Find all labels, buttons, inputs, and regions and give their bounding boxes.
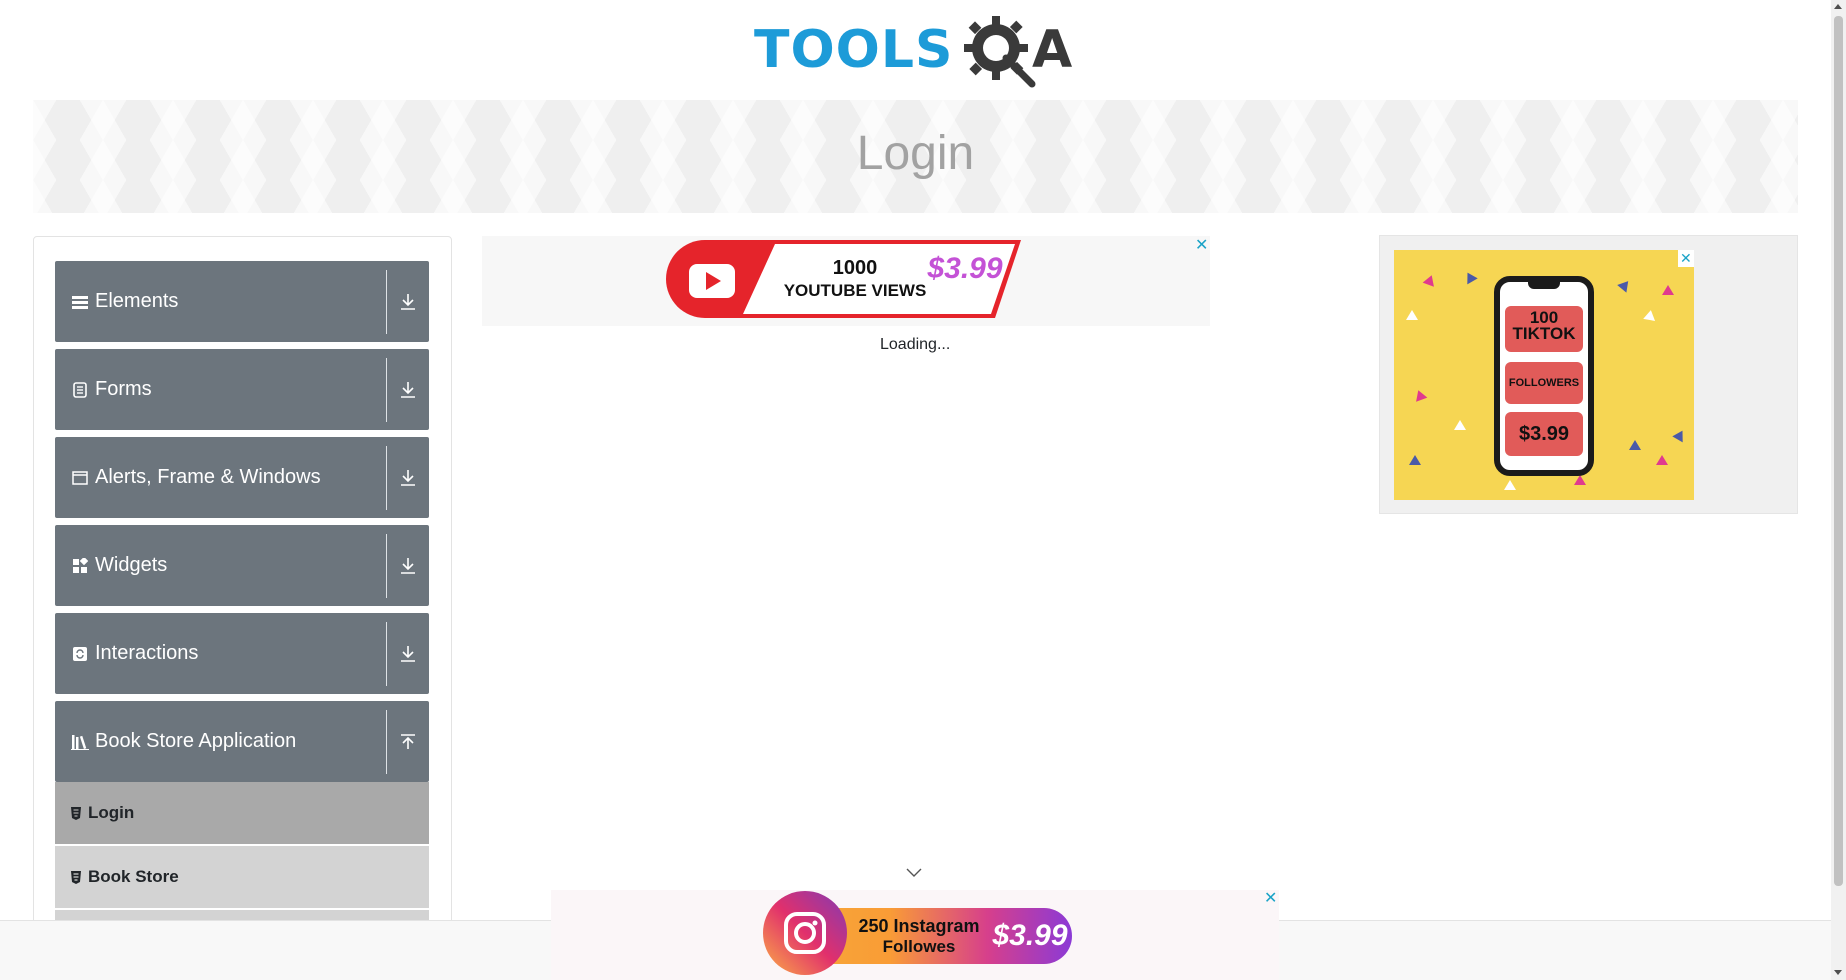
ad-top-line1: 1000 xyxy=(833,257,878,279)
ad-top-price: $3.99 xyxy=(926,252,1002,285)
sidebar-group-forms[interactable]: Forms xyxy=(55,349,429,430)
confetti xyxy=(1454,420,1466,430)
ad-close-button[interactable]: ✕ xyxy=(1678,250,1694,267)
loading-status: Loading... xyxy=(880,336,951,353)
ad-right-line3: FOLLOWERS xyxy=(1505,362,1583,404)
confetti xyxy=(1462,269,1478,285)
ad-right-box-1: 100 TIKTOK xyxy=(1505,306,1583,352)
confetti xyxy=(1662,285,1674,295)
tiktok-ad[interactable]: 100 TIKTOK FOLLOWERS $3.99 xyxy=(1394,250,1694,500)
sidebar-group-alerts[interactable]: Alerts, Frame & Windows xyxy=(55,437,429,518)
chevron-down-icon[interactable] xyxy=(906,868,922,878)
html-icon xyxy=(70,870,82,884)
interactions-icon xyxy=(71,645,89,663)
page-title: Login xyxy=(856,127,975,180)
scrollbar[interactable] xyxy=(1831,0,1846,980)
download-arrow-icon[interactable] xyxy=(387,645,429,663)
sidebar-group-book-store-application[interactable]: Book Store Application xyxy=(55,701,429,782)
sidebar-group-label: Elements xyxy=(95,290,179,312)
logo-text: TOOLS xyxy=(754,20,954,80)
window-icon xyxy=(71,469,89,487)
sidebar-item-login[interactable]: Login xyxy=(55,782,429,844)
confetti xyxy=(1617,277,1633,293)
sidebar-group-elements[interactable]: Elements xyxy=(55,261,429,342)
ad-close-button[interactable]: ✕ xyxy=(1195,235,1208,255)
confetti xyxy=(1574,475,1586,485)
confetti xyxy=(1504,480,1516,490)
sidebar-group-label: Book Store Application xyxy=(95,730,297,752)
sidebar-group-label: Widgets xyxy=(95,554,168,576)
scroll-up-icon[interactable] xyxy=(1834,4,1842,9)
phone-notch xyxy=(1528,281,1560,289)
confetti xyxy=(1643,309,1657,321)
download-arrow-icon[interactable] xyxy=(387,557,429,575)
sidebar-group-label: Alerts, Frame & Windows xyxy=(95,466,321,488)
sidebar-group-interactions[interactable]: Interactions xyxy=(55,613,429,694)
confetti xyxy=(1422,273,1438,287)
form-icon xyxy=(71,381,89,399)
html-icon xyxy=(70,806,82,820)
confetti xyxy=(1656,455,1668,465)
sidebar-group-label: Interactions xyxy=(95,642,199,664)
sidebar: Elements Forms Alerts, Frame & Windows W… xyxy=(33,236,452,980)
ad-bottom-line1: 250 Instagram xyxy=(858,916,979,936)
ad-right-line2: TIKTOK xyxy=(1512,324,1576,343)
confetti xyxy=(1412,388,1428,402)
sidebar-group-widgets[interactable]: Widgets xyxy=(55,525,429,606)
scroll-down-icon[interactable] xyxy=(1834,970,1842,975)
logo-suffix: A xyxy=(1032,20,1073,80)
sidebar-item-book-store[interactable]: Book Store xyxy=(55,846,429,908)
download-arrow-icon[interactable] xyxy=(387,381,429,399)
ad-top-line2: YOUTUBE VIEWS xyxy=(784,281,927,300)
ad-close-button[interactable]: ✕ xyxy=(1264,888,1277,908)
gear-magnifier-icon xyxy=(964,16,1036,88)
page-header-banner: Login xyxy=(33,100,1798,213)
phone-graphic: 100 TIKTOK FOLLOWERS $3.99 xyxy=(1494,276,1594,476)
ad-bottom-line2: Followes xyxy=(883,937,956,956)
instagram-ad-image[interactable]: 250 Instagram Followes $3.99 xyxy=(762,890,1074,976)
books-icon xyxy=(71,733,89,751)
confetti xyxy=(1672,427,1688,443)
site-logo[interactable]: TOOLS A xyxy=(754,14,1084,92)
ad-right-price: $3.99 xyxy=(1505,412,1583,456)
upload-arrow-icon[interactable] xyxy=(387,733,429,751)
scroll-thumb[interactable] xyxy=(1834,16,1843,886)
download-arrow-icon[interactable] xyxy=(387,469,429,487)
hamburger-icon xyxy=(71,293,89,311)
confetti xyxy=(1409,455,1421,465)
download-arrow-icon[interactable] xyxy=(387,293,429,311)
ad-bottom-price: $3.99 xyxy=(991,919,1067,952)
sidebar-item-label: Login xyxy=(88,803,135,822)
sidebar-group-label: Forms xyxy=(95,378,152,400)
confetti xyxy=(1406,310,1418,320)
confetti xyxy=(1629,440,1641,450)
widgets-icon xyxy=(71,557,89,575)
youtube-ad-image[interactable]: 1000 YOUTUBE VIEWS $3.99 xyxy=(665,238,1021,320)
sidebar-item-label: Book Store xyxy=(88,867,179,886)
